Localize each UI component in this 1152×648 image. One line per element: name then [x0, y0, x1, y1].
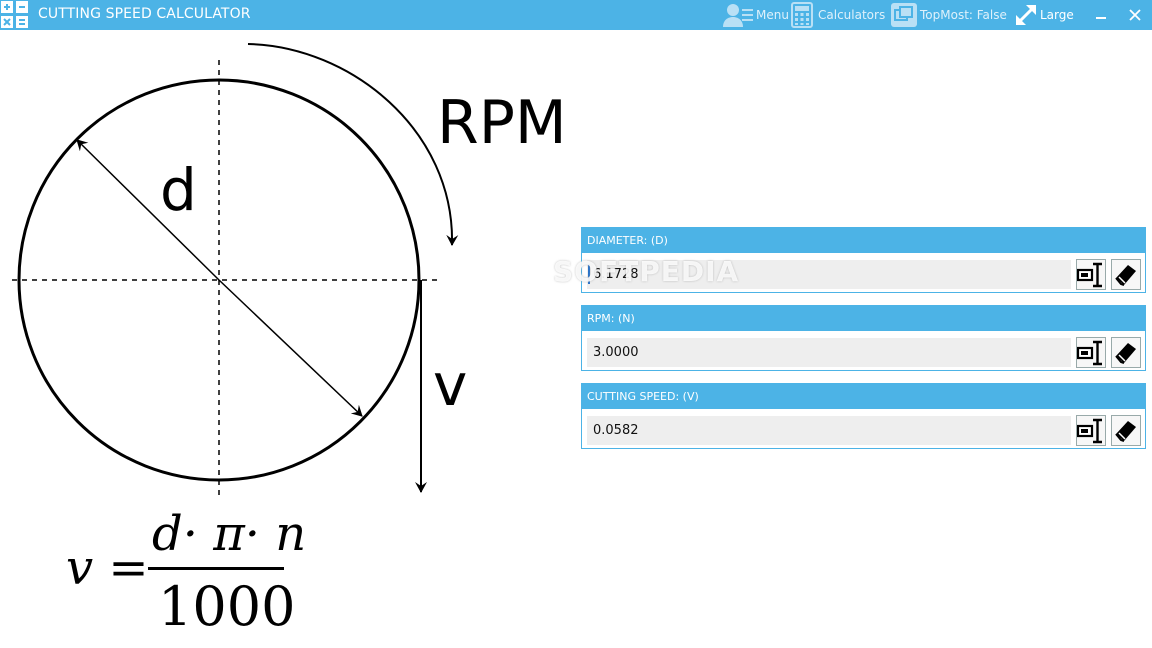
velocity-label: v [433, 351, 467, 419]
close-button[interactable] [1120, 0, 1150, 30]
rpm-field: RPM: (N) [581, 305, 1146, 371]
field-label: DIAMETER: (D) [582, 228, 1145, 253]
app-title: CUTTING SPEED CALCULATOR [38, 6, 251, 22]
topmost-toggle[interactable]: TopMost: False [890, 0, 1007, 30]
rpm-input[interactable] [587, 338, 1071, 367]
menu-button[interactable]: Menu [722, 0, 789, 30]
clear-button[interactable] [1111, 259, 1141, 290]
text-cursor-button[interactable] [1076, 337, 1106, 368]
size-toggle[interactable]: Large [1013, 0, 1074, 30]
cutting-speed-input[interactable] [587, 416, 1071, 445]
text-cursor-icon [1077, 262, 1102, 287]
formula-denominator: 1000 [158, 575, 296, 638]
eraser-icon [1115, 342, 1136, 364]
minimize-button[interactable] [1086, 0, 1116, 30]
rotation-arrow [247, 43, 459, 246]
field-label: CUTTING SPEED: (V) [582, 384, 1145, 409]
rpm-label: RPM [437, 88, 567, 158]
user-menu-icon [723, 4, 753, 27]
clear-button[interactable] [1111, 337, 1141, 368]
text-cursor-button[interactable] [1076, 415, 1106, 446]
size-label: Large [1040, 8, 1074, 22]
clear-button[interactable] [1111, 415, 1141, 446]
topmost-label: TopMost: False [920, 8, 1007, 22]
eraser-icon [1115, 420, 1136, 442]
field-label: RPM: (N) [582, 306, 1145, 331]
eraser-icon [1115, 264, 1136, 286]
text-cursor-icon [1077, 340, 1102, 365]
formula-lhs: v = [66, 540, 149, 596]
cutting-speed-field: CUTTING SPEED: (V) [581, 383, 1146, 449]
title-bar: CUTTING SPEED CALCULATOR Menu Calculator… [0, 0, 1152, 30]
calculator-icon [791, 2, 813, 28]
diameter-arrow [218, 279, 363, 417]
close-icon [1129, 9, 1141, 21]
expand-arrows-icon [1015, 4, 1037, 26]
softpedia-watermark: SOFTPEDIA [553, 255, 740, 288]
text-cursor-icon [1077, 418, 1102, 443]
calculators-button[interactable]: Calculators [790, 0, 885, 30]
formula-fraction-bar [148, 567, 284, 570]
menu-label: Menu [756, 8, 789, 22]
text-cursor-button[interactable] [1076, 259, 1106, 290]
window-stack-icon [891, 3, 917, 27]
diameter-label: d [160, 156, 197, 224]
calculator-app-icon [0, 0, 30, 30]
minimize-icon [1096, 17, 1106, 19]
formula-numerator: d· π· n [152, 506, 307, 562]
calculators-label: Calculators [818, 8, 886, 22]
diameter-arrow-back [76, 139, 220, 281]
